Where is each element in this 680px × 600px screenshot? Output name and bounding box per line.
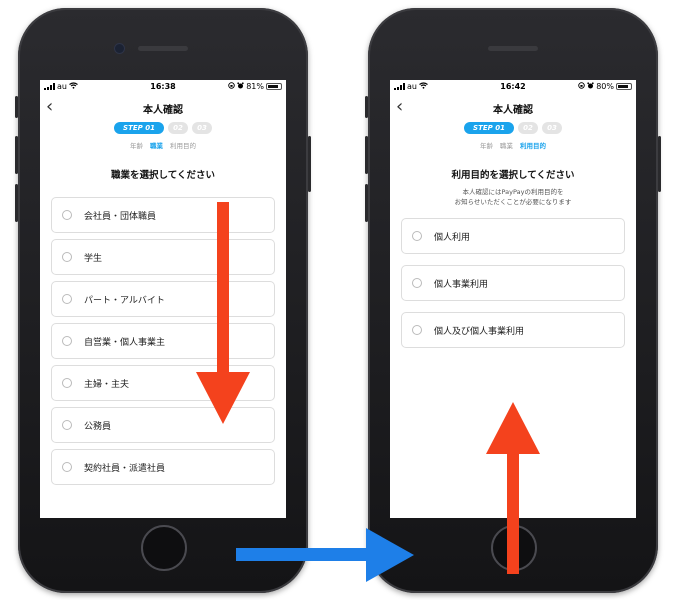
up-arrow-icon xyxy=(486,402,540,574)
down-arrow-icon xyxy=(196,202,250,424)
right-arrow-icon xyxy=(236,528,414,582)
annotation-arrows xyxy=(196,202,540,582)
